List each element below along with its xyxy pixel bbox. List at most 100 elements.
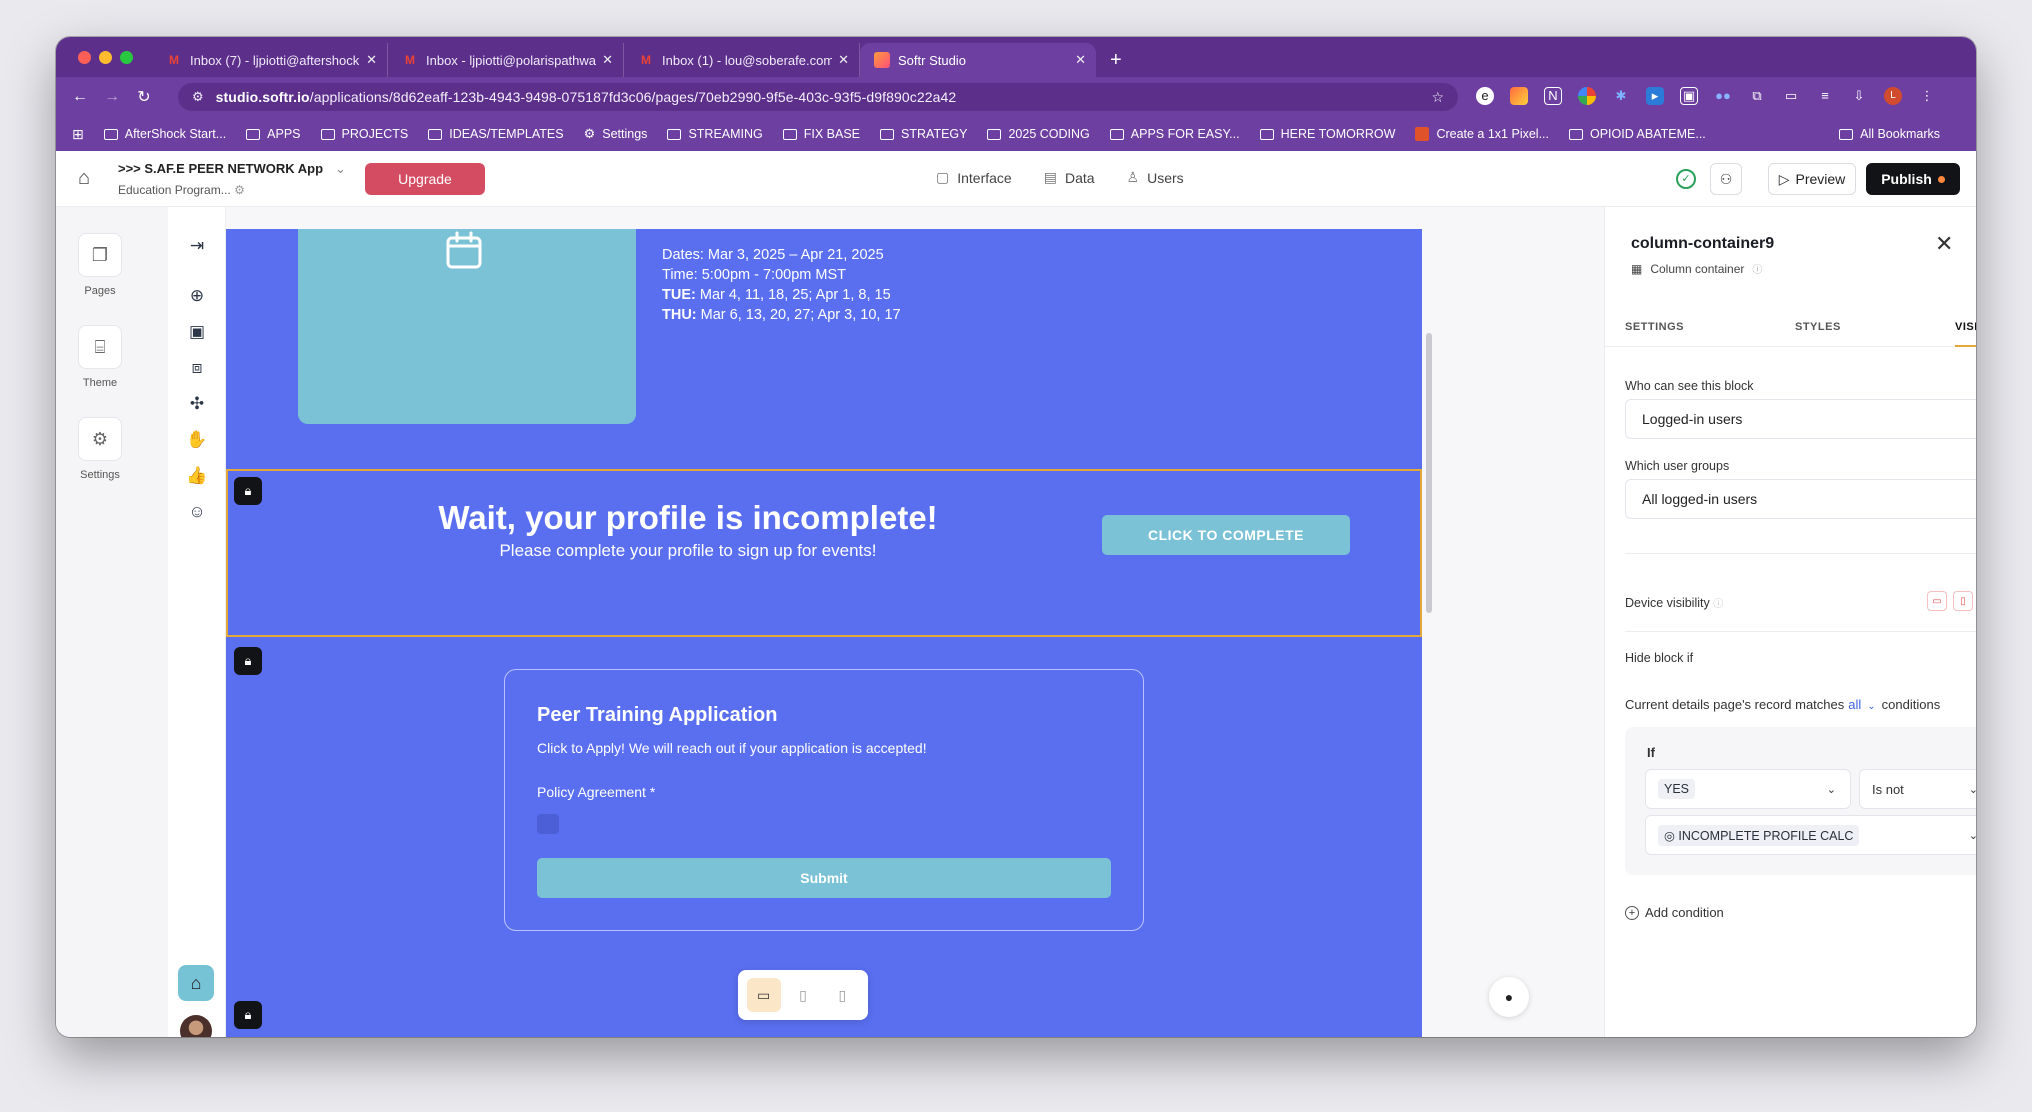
nav-users[interactable]: ♙ Users	[1127, 169, 1184, 186]
lock-icon[interactable]: 🔒︎	[234, 1001, 262, 1029]
bookmark-star-icon[interactable]: ☆	[1431, 89, 1444, 106]
all-bookmarks[interactable]: All Bookmarks	[1839, 127, 1940, 141]
browser-tab[interactable]: M Inbox - ljpiotti@polarispathways ✕	[388, 43, 624, 77]
chat-icon[interactable]: ●	[1489, 977, 1529, 1017]
info-icon[interactable]: ⓘ	[1713, 599, 1723, 610]
app-name-dropdown[interactable]: >>> S.AF.E PEER NETWORK App ⌄	[118, 161, 346, 177]
bookmark-folder[interactable]: PROJECTS	[320, 127, 408, 141]
selected-block-profile-incomplete[interactable]: 🔒︎ Wait, your profile is incomplete! Ple…	[226, 469, 1422, 637]
close-tab-icon[interactable]: ✕	[1075, 52, 1086, 68]
tab-styles[interactable]: STYLES	[1795, 321, 1841, 333]
submit-button[interactable]: Submit	[537, 858, 1111, 898]
user-groups-select[interactable]: All logged-in users⌄	[1625, 479, 1976, 519]
tablet-visibility-icon[interactable]: ▯	[1953, 591, 1973, 611]
rail-theme[interactable]: ⌸ Theme	[78, 325, 122, 389]
ticket-icon[interactable]: ⧈	[186, 357, 208, 379]
bookmark-link[interactable]: ⚙ Settings	[584, 126, 648, 142]
extension-icon[interactable]: ▸	[1646, 87, 1664, 105]
site-settings-icon[interactable]: ⚙	[192, 89, 204, 105]
publish-button[interactable]: Publish	[1866, 163, 1960, 195]
hand-coins-icon[interactable]: ✋	[186, 429, 208, 451]
lock-icon[interactable]: 🔒︎	[234, 647, 262, 675]
folder-icon	[1569, 128, 1583, 140]
smiley-icon[interactable]: ☺	[186, 501, 208, 523]
url-bar[interactable]: ⚙ studio.softr.io/applications/8d62eaff-…	[178, 83, 1458, 111]
reading-list-icon[interactable]: ≡	[1816, 87, 1834, 105]
close-tab-icon[interactable]: ✕	[838, 52, 849, 68]
close-icon[interactable]: ✕	[1935, 231, 1953, 257]
home-icon[interactable]: ⌂	[78, 167, 90, 190]
globe-icon[interactable]: ⊕	[186, 285, 208, 307]
extensions-puzzle-icon[interactable]: ⧉	[1748, 87, 1766, 105]
profile-card-icon[interactable]: ▣	[186, 321, 208, 343]
desktop-visibility-icon[interactable]: ▭	[1927, 591, 1947, 611]
bookmark-folder[interactable]: IDEAS/TEMPLATES	[428, 127, 564, 141]
form-subtitle: Click to Apply! We will reach out if you…	[537, 740, 927, 756]
policy-agreement-checkbox[interactable]	[537, 814, 559, 834]
close-window-button[interactable]	[78, 51, 91, 64]
rail-settings[interactable]: ⚙ Settings	[78, 417, 122, 481]
bookmark-folder[interactable]: STREAMING	[667, 127, 763, 141]
bookmark-folder[interactable]: OPIOID ABATEME...	[1569, 127, 1706, 141]
browser-menu-icon[interactable]: ⋮	[1918, 87, 1936, 105]
tab-visibility[interactable]: VISIBILITY	[1955, 321, 1976, 347]
extension-icon[interactable]	[1510, 87, 1528, 105]
browser-tab[interactable]: M Inbox (1) - lou@soberafe.com ✕	[624, 43, 860, 77]
bookmark-folder[interactable]: HERE TOMORROW	[1259, 127, 1395, 141]
bookmark-folder[interactable]: STRATEGY	[880, 127, 967, 141]
apps-grid-icon[interactable]: ⊞	[72, 126, 84, 143]
extension-icon[interactable]: ✱	[1612, 87, 1630, 105]
profile-avatar[interactable]: L	[1884, 87, 1902, 105]
bookmark-folder[interactable]: FIX BASE	[782, 127, 860, 141]
extension-icon[interactable]: ●●	[1714, 87, 1732, 105]
new-tab-icon[interactable]: +	[1110, 49, 1122, 72]
click-to-complete-button[interactable]: CLICK TO COMPLETE	[1102, 515, 1350, 555]
add-condition-button[interactable]: + Add condition	[1625, 905, 1724, 920]
rail-pages[interactable]: ❐ Pages	[78, 233, 122, 297]
thumbs-up-icon[interactable]: 👍	[186, 465, 208, 487]
upgrade-button[interactable]: Upgrade	[365, 163, 485, 195]
bookmark-folder[interactable]: APPS	[246, 127, 301, 141]
extension-icon[interactable]	[1578, 87, 1596, 105]
extension-icon[interactable]: N	[1544, 87, 1562, 105]
bookmark-link[interactable]: Create a 1x1 Pixel...	[1415, 127, 1549, 141]
back-icon[interactable]: ←	[64, 88, 96, 106]
tab-settings[interactable]: SETTINGS	[1625, 321, 1684, 333]
canvas-scrollbar[interactable]	[1426, 333, 1432, 613]
minimize-window-button[interactable]	[99, 51, 112, 64]
match-mode-dropdown[interactable]: all	[1848, 697, 1861, 712]
browser-tab-active[interactable]: Softr Studio ✕	[860, 43, 1096, 77]
desktop-icon[interactable]: ▭	[746, 978, 781, 1012]
page-selector[interactable]: Education Program... ⚙	[118, 183, 245, 197]
lock-icon[interactable]: 🔒︎	[234, 477, 262, 505]
bookmark-folder[interactable]: AfterShock Start...	[103, 127, 226, 141]
nav-data[interactable]: ▤ Data	[1044, 169, 1095, 186]
mobile-icon[interactable]: ▯	[825, 978, 859, 1012]
tablet-icon[interactable]: ▯	[786, 978, 820, 1012]
browser-tab[interactable]: M Inbox (7) - ljpiotti@aftershock ✕	[152, 43, 388, 77]
tab-search-icon[interactable]: ▭	[1782, 87, 1800, 105]
extension-icon[interactable]: ▣	[1680, 87, 1698, 105]
puzzle-icon[interactable]: ✣	[186, 393, 208, 415]
maximize-window-button[interactable]	[120, 51, 133, 64]
who-can-see-select[interactable]: Logged-in users⌄	[1625, 399, 1976, 439]
info-icon[interactable]: ⓘ	[1752, 261, 1762, 276]
bookmark-folder[interactable]: APPS FOR EASY...	[1109, 127, 1240, 141]
reload-icon[interactable]: ↻	[128, 87, 160, 107]
forward-icon[interactable]: →	[96, 88, 128, 106]
downloads-icon[interactable]: ⇩	[1850, 87, 1868, 105]
condition-field-select[interactable]: YES ⌄	[1645, 769, 1851, 809]
condition-value-select[interactable]: ◎ INCOMPLETE PROFILE CALC ⌄	[1645, 815, 1976, 855]
preview-button[interactable]: ▷ Preview	[1768, 163, 1856, 195]
invite-user-button[interactable]: ⚇	[1710, 163, 1742, 195]
nav-interface[interactable]: ▢ Interface	[936, 169, 1012, 186]
extension-icon[interactable]: e	[1476, 87, 1494, 105]
avatar[interactable]	[180, 1015, 212, 1037]
pages-icon: ❐	[78, 233, 122, 277]
bookmark-folder[interactable]: 2025 CODING	[987, 127, 1090, 141]
close-tab-icon[interactable]: ✕	[366, 52, 377, 68]
sign-in-icon[interactable]: ⇥	[186, 235, 208, 257]
condition-operator-select[interactable]: Is not ⌄	[1859, 769, 1976, 809]
close-tab-icon[interactable]: ✕	[602, 52, 613, 68]
home-page-icon[interactable]: ⌂	[178, 965, 214, 1001]
